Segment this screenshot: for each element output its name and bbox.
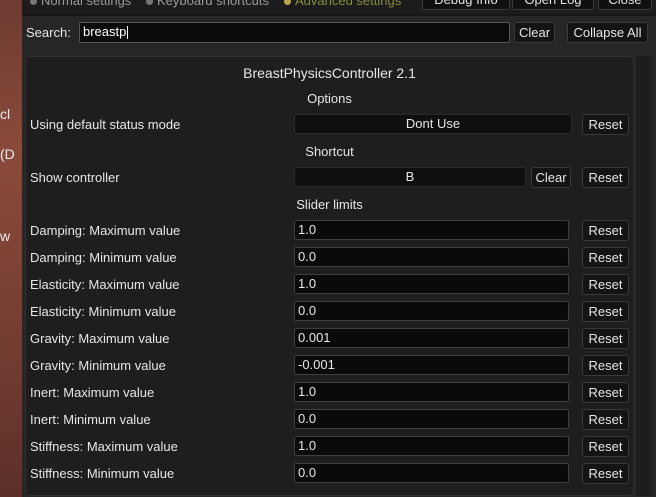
collapse-all-button[interactable]: Collapse All	[567, 22, 648, 43]
plugin-section: BreastPhysicsController 2.1 Options Usin…	[25, 56, 634, 496]
slider-limits-heading: Slider limits	[296, 197, 363, 212]
show-controller-label: Show controller	[30, 170, 120, 185]
slider-limit-label: Damping: Maximum value	[30, 223, 181, 238]
slider-limit-reset-button[interactable]: Reset	[582, 328, 629, 349]
search-bar: Search: breastp Clear Collapse All	[22, 16, 656, 50]
slider-limit-input[interactable]: 1.0	[294, 382, 569, 402]
slider-limit-label: Gravity: Maximum value	[30, 331, 170, 346]
search-input[interactable]: breastp	[79, 22, 510, 43]
slider-limit-reset-button[interactable]: Reset	[582, 355, 629, 376]
slider-limit-label: Inert: Minimum value	[30, 412, 151, 427]
slider-limit-label: Inert: Maximum value	[30, 385, 155, 400]
background-text-fragment: cl	[0, 106, 11, 122]
tab-normal-settings[interactable]: Normal settings	[30, 0, 131, 8]
slider-limit-label: Gravity: Minimum value	[30, 358, 166, 373]
tab-keyboard-shortcuts[interactable]: Keyboard shortcuts	[146, 0, 269, 8]
plugin-title: BreastPhysicsController 2.1	[243, 65, 416, 81]
search-clear-button[interactable]: Clear	[514, 22, 555, 43]
slider-limit-reset-button[interactable]: Reset	[582, 382, 629, 403]
background-text-fragment: w	[0, 228, 11, 244]
slider-limit-input[interactable]: 1.0	[294, 436, 569, 456]
slider-limit-input[interactable]: 0.0	[294, 409, 569, 429]
settings-panel: Search: breastp Clear Collapse All Breas…	[22, 16, 656, 497]
slider-limit-input[interactable]: 1.0	[294, 274, 569, 294]
text-caret	[127, 26, 129, 40]
slider-limit-label: Stiffness: Maximum value	[30, 439, 178, 454]
slider-limit-reset-button[interactable]: Reset	[582, 463, 629, 484]
radio-icon	[284, 0, 291, 6]
background-scene: cl (D w	[0, 0, 22, 497]
slider-limit-reset-button[interactable]: Reset	[582, 301, 629, 322]
search-label: Search:	[26, 25, 71, 40]
top-tab-bar: Normal settings Keyboard shortcuts Advan…	[22, 0, 656, 14]
slider-limit-input[interactable]: 1.0	[294, 220, 569, 240]
slider-limit-reset-button[interactable]: Reset	[582, 247, 629, 268]
reset-status-mode-button[interactable]: Reset	[582, 114, 629, 135]
slider-limit-input[interactable]: 0.001	[294, 328, 569, 348]
slider-limit-label: Elasticity: Maximum value	[30, 277, 180, 292]
background-text-fragment: (D	[0, 146, 15, 162]
debug-info-button[interactable]: Debug Info	[422, 0, 510, 10]
options-heading: Options	[307, 91, 352, 106]
slider-limit-input[interactable]: 0.0	[294, 247, 569, 267]
scrollbar-track[interactable]	[636, 56, 652, 496]
shortcut-heading: Shortcut	[305, 144, 354, 159]
radio-icon	[30, 0, 37, 6]
open-log-button[interactable]: Open Log	[512, 0, 594, 10]
status-mode-selector[interactable]: Dont Use	[294, 114, 572, 134]
status-mode-label: Using default status mode	[30, 117, 181, 132]
tab-advanced-settings[interactable]: Advanced settings	[284, 0, 401, 8]
reset-shortcut-button[interactable]: Reset	[582, 167, 629, 188]
slider-limit-reset-button[interactable]: Reset	[582, 220, 629, 241]
shortcut-clear-button[interactable]: Clear	[531, 167, 571, 188]
slider-limit-reset-button[interactable]: Reset	[582, 274, 629, 295]
close-button[interactable]: Close	[598, 0, 652, 10]
slider-limit-reset-button[interactable]: Reset	[582, 436, 629, 457]
shortcut-key-field[interactable]: B	[294, 167, 526, 187]
slider-limit-input[interactable]: 0.0	[294, 301, 569, 321]
slider-limit-reset-button[interactable]: Reset	[582, 409, 629, 430]
slider-limit-label: Stiffness: Minimum value	[30, 466, 175, 481]
slider-limit-label: Damping: Minimum value	[30, 250, 177, 265]
radio-icon	[146, 0, 153, 6]
slider-limit-input[interactable]: -0.001	[294, 355, 569, 375]
slider-limit-input[interactable]: 0.0	[294, 463, 569, 483]
slider-limit-label: Elasticity: Minimum value	[30, 304, 176, 319]
